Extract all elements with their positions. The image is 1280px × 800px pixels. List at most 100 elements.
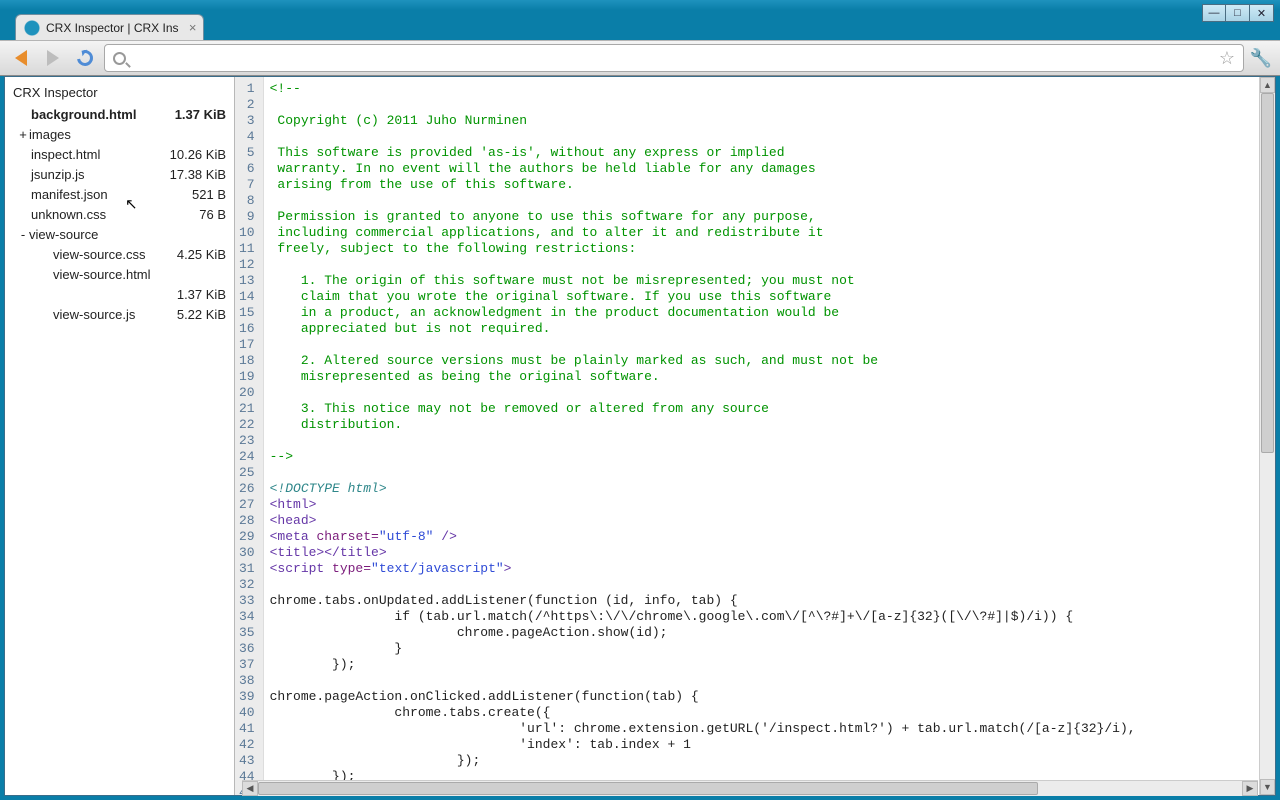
arrow-right-icon [47, 50, 59, 66]
line-number: 27 [239, 497, 259, 513]
reload-button[interactable] [72, 45, 98, 71]
code-line: chrome.tabs.onUpdated.addListener(functi… [270, 593, 1136, 609]
scroll-down-icon[interactable]: ▼ [1260, 779, 1275, 795]
file-name: inspect.html [31, 147, 100, 162]
scroll-thumb[interactable] [1261, 93, 1274, 453]
file-unknown-css[interactable]: unknown.css 76 B [13, 204, 226, 224]
settings-wrench-button[interactable]: 🔧 [1250, 47, 1272, 69]
file-name: view-source.js [53, 307, 135, 322]
tree-root[interactable]: CRX Inspector [13, 85, 226, 100]
window-minimize-button[interactable]: — [1202, 4, 1226, 22]
line-number: 30 [239, 545, 259, 561]
code-line: in a product, an acknowledgment in the p… [270, 305, 1136, 321]
code-line: chrome.pageAction.onClicked.addListener(… [270, 689, 1136, 705]
code-line: <title></title> [270, 545, 1136, 561]
code-line: <!DOCTYPE html> [270, 481, 1136, 497]
line-number: 28 [239, 513, 259, 529]
scroll-up-icon[interactable]: ▲ [1260, 77, 1275, 93]
file-size-row: 1.37 KiB [13, 284, 226, 304]
folder-toggle-icon: - [17, 227, 29, 242]
line-number: 29 [239, 529, 259, 545]
window-close-button[interactable]: ✕ [1250, 4, 1274, 22]
code-line: Permission is granted to anyone to use t… [270, 209, 1136, 225]
code-line: <head> [270, 513, 1136, 529]
line-number: 1 [239, 81, 259, 97]
address-bar[interactable]: ☆ [104, 44, 1244, 72]
file-inspect-html[interactable]: inspect.html10.26 KiB [13, 144, 226, 164]
code-line: }); [270, 657, 1136, 673]
line-number: 39 [239, 689, 259, 705]
tab-close-icon[interactable]: × [189, 20, 197, 35]
code-line: claim that you wrote the original softwa… [270, 289, 1136, 305]
arrow-left-icon [15, 50, 27, 66]
code-line: --> [270, 449, 1136, 465]
line-number: 35 [239, 625, 259, 641]
line-number: 9 [239, 209, 259, 225]
file-name: unknown.css [31, 207, 106, 222]
code-line: 'index': tab.index + 1 [270, 737, 1136, 753]
window-sys-buttons: — □ ✕ [1202, 4, 1274, 22]
code-line [270, 465, 1136, 481]
line-number: 33 [239, 593, 259, 609]
code-line: freely, subject to the following restric… [270, 241, 1136, 257]
file-size: 521 B [186, 187, 226, 202]
file-view-source-css[interactable]: view-source.css4.25 KiB [13, 244, 226, 264]
line-number: 41 [239, 721, 259, 737]
wrench-icon: 🔧 [1250, 48, 1272, 69]
code-line [270, 577, 1136, 593]
back-button[interactable] [8, 45, 34, 71]
line-number: 5 [239, 145, 259, 161]
code-line: if (tab.url.match(/^https\:\/\/chrome\.g… [270, 609, 1136, 625]
file-name: background.html [31, 107, 136, 122]
forward-button[interactable] [40, 45, 66, 71]
code-line [270, 385, 1136, 401]
code-line: This software is provided 'as-is', witho… [270, 145, 1136, 161]
scroll-left-icon[interactable]: ◀ [242, 781, 258, 796]
code-line: 1. The origin of this software must not … [270, 273, 1136, 289]
scroll-track[interactable] [1260, 93, 1275, 779]
code-line: appreciated but is not required. [270, 321, 1136, 337]
code-line [270, 129, 1136, 145]
code-line: warranty. In no event will the authors b… [270, 161, 1136, 177]
line-number: 13 [239, 273, 259, 289]
folder-view-source[interactable]: - view-source [13, 224, 226, 244]
line-number: 11 [239, 241, 259, 257]
file-name: manifest.json [31, 187, 108, 202]
source-code-view: 1234567891011121314151617181920212223242… [235, 77, 1259, 795]
line-number: 38 [239, 673, 259, 689]
tab-title: CRX Inspector | CRX Ins [46, 21, 179, 35]
line-number: 40 [239, 705, 259, 721]
line-number: 6 [239, 161, 259, 177]
scroll-track-h[interactable] [258, 781, 1242, 796]
file-manifest-json[interactable]: manifest.json 521 B [13, 184, 226, 204]
file-background-html[interactable]: background.html 1.37 KiB [13, 104, 226, 124]
code-line: }); [270, 753, 1136, 769]
folder-images[interactable]: + images [13, 124, 226, 144]
code-line [270, 257, 1136, 273]
window-maximize-button[interactable]: □ [1226, 4, 1250, 22]
file-view-source-js[interactable]: view-source.js5.22 KiB [13, 304, 226, 324]
code-line: including commercial applications, and t… [270, 225, 1136, 241]
file-size: 17.38 KiB [164, 167, 226, 182]
horizontal-scrollbar[interactable]: ◀ ▶ [242, 780, 1258, 796]
bookmark-star-icon[interactable]: ☆ [1219, 48, 1235, 69]
line-number: 26 [239, 481, 259, 497]
scroll-right-icon[interactable]: ▶ [1242, 781, 1258, 796]
file-size: 76 B [193, 207, 226, 222]
file-jsunzip-js[interactable]: jsunzip.js17.38 KiB [13, 164, 226, 184]
file-size: 4.25 KiB [171, 247, 226, 262]
line-number: 8 [239, 193, 259, 209]
code-line: 'url': chrome.extension.getURL('/inspect… [270, 721, 1136, 737]
code-body[interactable]: <!-- Copyright (c) 2011 Juho Nurminen Th… [264, 77, 1142, 795]
line-number: 17 [239, 337, 259, 353]
scroll-thumb-h[interactable] [258, 782, 1038, 795]
file-size: 1.37 KiB [169, 107, 226, 122]
line-number: 34 [239, 609, 259, 625]
file-view-source-html[interactable]: view-source.html [13, 264, 226, 284]
browser-tab[interactable]: CRX Inspector | CRX Ins × [15, 14, 204, 40]
line-number: 14 [239, 289, 259, 305]
code-line: <script type="text/javascript"> [270, 561, 1136, 577]
line-number: 18 [239, 353, 259, 369]
code-line: <html> [270, 497, 1136, 513]
vertical-scrollbar[interactable]: ▲ ▼ [1259, 77, 1275, 795]
